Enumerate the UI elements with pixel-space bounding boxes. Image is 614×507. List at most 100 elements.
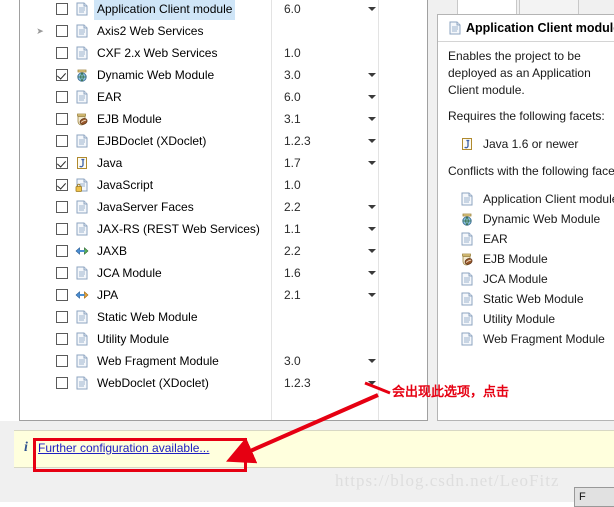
conflicting-facet-item: Application Client module [438, 189, 614, 209]
facet-checkbox[interactable] [56, 289, 68, 301]
detail-header: Application Client module [438, 15, 614, 42]
facet-checkbox[interactable] [56, 355, 68, 367]
facet-checkbox[interactable] [56, 3, 68, 15]
facet-name-label: EJB Module [483, 252, 548, 266]
chevron-down-icon[interactable] [368, 161, 376, 165]
further-configuration-link[interactable]: Further configuration available... [38, 440, 209, 456]
facet-checkbox[interactable] [56, 47, 68, 59]
facet-checkbox[interactable] [56, 245, 68, 257]
facet-label: Dynamic Web Module [97, 68, 215, 82]
corner-button[interactable]: F [574, 487, 614, 507]
facet-checkbox[interactable] [56, 135, 68, 147]
chevron-down-icon[interactable] [368, 381, 376, 385]
required-facet-item: Java 1.6 or newer [438, 134, 614, 154]
conflicting-facet-item: EAR [438, 229, 614, 249]
facet-row[interactable]: JavaServer Faces 2.2 [20, 196, 427, 218]
facet-checkbox[interactable] [56, 267, 68, 279]
facet-label: EAR [97, 90, 122, 104]
facet-checkbox[interactable] [56, 179, 68, 191]
tab-details[interactable] [457, 0, 517, 14]
conflicting-facet-item: Dynamic Web Module [438, 209, 614, 229]
facet-row[interactable]: Dynamic Web Module 3.0 [20, 64, 427, 86]
facet-row[interactable]: Static Web Module [20, 306, 427, 328]
watermark-text: https://blog.csdn.net/LeoFitz [335, 471, 560, 490]
facet-checkbox[interactable] [56, 377, 68, 389]
detail-body: Enables the project to be deployed as an… [438, 42, 614, 349]
facet-row[interactable]: WebDoclet (XDoclet) 1.2.3 [20, 372, 427, 394]
chevron-down-icon[interactable] [368, 249, 376, 253]
document-icon [460, 332, 474, 346]
facet-checkbox[interactable] [56, 223, 68, 235]
document-icon [460, 312, 474, 326]
ejb-bean-icon [75, 112, 89, 126]
document-icon [75, 222, 89, 236]
facet-row[interactable]: JAX-RS (REST Web Services) 1.1 [20, 218, 427, 240]
document-icon [75, 354, 89, 368]
facet-row[interactable]: Web Fragment Module 3.0 [20, 350, 427, 372]
facet-checkbox[interactable] [56, 311, 68, 323]
facet-row[interactable]: Application Client module 6.0 [20, 0, 427, 20]
status-bar: i Further configuration available... [14, 430, 614, 468]
document-icon [460, 292, 474, 306]
detail-tabstrip[interactable] [437, 0, 614, 14]
facet-version: 1.7 [284, 156, 301, 170]
document-icon [75, 332, 89, 346]
facets-tree-gutter [0, 0, 20, 421]
chevron-down-icon[interactable] [368, 359, 376, 363]
conflicting-facet-item: Web Fragment Module [438, 329, 614, 349]
conflicting-facet-item: Static Web Module [438, 289, 614, 309]
facet-version: 2.1 [284, 288, 301, 302]
facets-table[interactable]: Application Client module 6.0 ➤ Axis2 Web S… [19, 0, 428, 421]
facet-checkbox[interactable] [56, 69, 68, 81]
chevron-down-icon[interactable] [368, 227, 376, 231]
javascript-icon [75, 178, 89, 192]
chevron-right-icon[interactable]: ➤ [34, 20, 46, 42]
facet-checkbox[interactable] [56, 201, 68, 213]
facet-checkbox[interactable] [56, 91, 68, 103]
facet-label: JCA Module [97, 266, 162, 280]
facet-version: 3.1 [284, 112, 301, 126]
facet-row[interactable]: JCA Module 1.6 [20, 262, 427, 284]
facet-label: Application Client module [94, 0, 236, 20]
chevron-down-icon[interactable] [368, 117, 376, 121]
document-icon [75, 90, 89, 104]
facet-version: 3.0 [284, 68, 301, 82]
facet-checkbox[interactable] [56, 157, 68, 169]
facet-row[interactable]: CXF 2.x Web Services 1.0 [20, 42, 427, 64]
facet-label: JavaServer Faces [97, 200, 194, 214]
conflicting-facet-item: JCA Module [438, 269, 614, 289]
facet-version: 6.0 [284, 90, 301, 104]
document-icon [448, 21, 462, 35]
facet-detail-panel: Application Client module Enables the pr… [437, 14, 614, 421]
facet-label: JAX-RS (REST Web Services) [97, 222, 260, 236]
detail-requires-heading: Requires the following facets: [448, 109, 605, 123]
facet-row[interactable]: Java 1.7 [20, 152, 427, 174]
document-icon [75, 266, 89, 280]
chevron-down-icon[interactable] [368, 271, 376, 275]
document-icon [75, 134, 89, 148]
facet-name-label: Dynamic Web Module [483, 212, 601, 226]
java-icon [460, 137, 474, 151]
facet-row[interactable]: EAR 6.0 [20, 86, 427, 108]
facet-version: 3.0 [284, 354, 301, 368]
chevron-down-icon[interactable] [368, 205, 376, 209]
chevron-down-icon[interactable] [368, 139, 376, 143]
facet-row[interactable]: JavaScript 1.0 [20, 174, 427, 196]
chevron-down-icon[interactable] [368, 95, 376, 99]
facet-row[interactable]: JPA 2.1 [20, 284, 427, 306]
document-icon [75, 310, 89, 324]
chevron-down-icon[interactable] [368, 7, 376, 11]
facet-name-label: Utility Module [483, 312, 556, 326]
tab-runtimes[interactable] [519, 0, 579, 14]
facet-checkbox[interactable] [56, 113, 68, 125]
facet-row[interactable]: JAXB 2.2 [20, 240, 427, 262]
facet-row[interactable]: EJB Module 3.1 [20, 108, 427, 130]
web-module-icon [75, 68, 89, 82]
chevron-down-icon[interactable] [368, 73, 376, 77]
facet-row[interactable]: ➤ Axis2 Web Services [20, 20, 427, 42]
facet-checkbox[interactable] [56, 333, 68, 345]
facet-row[interactable]: EJBDoclet (XDoclet) 1.2.3 [20, 130, 427, 152]
facet-checkbox[interactable] [56, 25, 68, 37]
chevron-down-icon[interactable] [368, 293, 376, 297]
facet-row[interactable]: Utility Module [20, 328, 427, 350]
